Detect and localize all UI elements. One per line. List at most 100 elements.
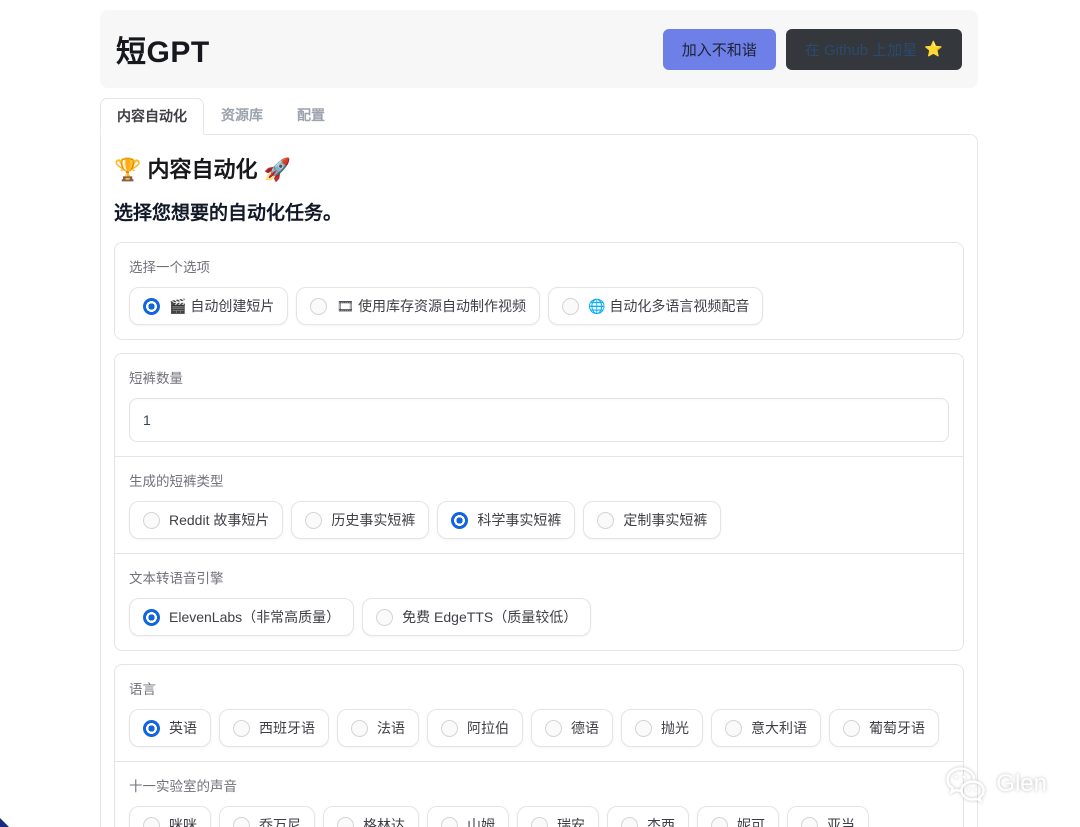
radio-option[interactable]: 免费 EdgeTTS（质量较低） — [362, 598, 591, 636]
radio-option-label: 免费 EdgeTTS（质量较低） — [402, 607, 577, 627]
radio-option-label: 🌐 自动化多语言视频配音 — [588, 296, 749, 316]
radio-option[interactable]: 历史事实短裤 — [291, 501, 429, 539]
radio-option-label: 乔万尼 — [259, 815, 301, 827]
tab-content-automation[interactable]: 内容自动化 — [100, 98, 204, 135]
radio-option-label: 葡萄牙语 — [869, 718, 925, 738]
tts-engine-section: 文本转语音引擎 ElevenLabs（非常高质量）免费 EdgeTTS（质量较低… — [115, 553, 963, 650]
radio-circle-icon — [233, 817, 250, 827]
radio-circle-icon — [351, 720, 368, 737]
radio-circle-icon — [597, 512, 614, 529]
radio-option-label: 法语 — [377, 718, 405, 738]
radio-option[interactable]: 瑞安 — [517, 806, 599, 827]
radio-option-label: 瑞安 — [557, 815, 585, 827]
radio-option[interactable]: 法语 — [337, 709, 419, 747]
radio-option[interactable]: 德语 — [531, 709, 613, 747]
radio-circle-icon — [451, 512, 468, 529]
github-star-button[interactable]: 在 Github 上加星 ⭐ — [786, 29, 962, 70]
radio-option[interactable]: 山姆 — [427, 806, 509, 827]
language-radio-group: 英语 西班牙语 法语 阿拉伯 德语 抛光 意大利语 葡萄牙语 — [129, 709, 949, 747]
radio-option-label: 🎞 使用库存资源自动制作视频 — [336, 296, 526, 316]
shorts-count-input[interactable] — [129, 398, 949, 442]
radio-option[interactable]: 格林达 — [323, 806, 419, 827]
radio-option[interactable]: 阿拉伯 — [427, 709, 523, 747]
star-icon: ⭐ — [924, 40, 943, 58]
radio-circle-icon — [725, 720, 742, 737]
radio-circle-icon — [635, 720, 652, 737]
radio-circle-icon — [711, 817, 728, 827]
task-group-label: 选择一个选项 — [129, 256, 949, 276]
page-title: 🏆 内容自动化 🚀 — [114, 152, 964, 184]
shorts-settings-box: 短裤数量 生成的短裤类型 Reddit 故事短片 历史事实短裤 科学事实短裤 定制事实… — [114, 353, 964, 651]
radio-circle-icon — [376, 609, 393, 626]
radio-circle-icon — [143, 512, 160, 529]
radio-circle-icon — [621, 817, 638, 827]
radio-option-label: 定制事实短裤 — [623, 510, 707, 530]
radio-option-label: 意大利语 — [751, 718, 807, 738]
app-header: 短GPT 加入不和谐 在 Github 上加星 ⭐ — [100, 10, 978, 88]
radio-circle-icon — [441, 720, 458, 737]
radio-circle-icon — [441, 817, 458, 827]
radio-option[interactable]: 英语 — [129, 709, 211, 747]
radio-option-label: 西班牙语 — [259, 718, 315, 738]
radio-circle-icon — [233, 720, 250, 737]
radio-option[interactable]: 咪咪 — [129, 806, 211, 827]
tts-engine-radio-group: ElevenLabs（非常高质量） 免费 EdgeTTS（质量较低） — [129, 598, 949, 636]
radio-option-label: 杰西 — [647, 815, 675, 827]
radio-circle-icon — [545, 720, 562, 737]
radio-option[interactable]: 杰西 — [607, 806, 689, 827]
github-star-label: 在 Github 上加星 — [805, 39, 918, 60]
radio-option-label: 科学事实短裤 — [477, 510, 561, 530]
radio-option-label: 格林达 — [363, 815, 405, 827]
radio-option-label: 山姆 — [467, 815, 495, 827]
radio-option[interactable]: 🌐 自动化多语言视频配音 — [548, 287, 763, 325]
radio-circle-icon — [305, 512, 322, 529]
corner-triangle — [0, 818, 9, 827]
radio-circle-icon — [143, 298, 160, 315]
radio-option[interactable]: 意大利语 — [711, 709, 821, 747]
radio-circle-icon — [337, 817, 354, 827]
tab-config[interactable]: 配置 — [280, 97, 342, 134]
language-section: 语言 英语 西班牙语 法语 阿拉伯 德语 抛光 意大利语 葡萄牙语 — [115, 665, 963, 761]
app-title: 短GPT — [116, 27, 210, 71]
radio-option-label: 德语 — [571, 718, 599, 738]
radio-option[interactable]: 西班牙语 — [219, 709, 329, 747]
radio-option[interactable]: 🎞 使用库存资源自动制作视频 — [296, 287, 540, 325]
radio-option-label: 抛光 — [661, 718, 689, 738]
task-select-box: 选择一个选项 🎬 自动创建短片 🎞 使用库存资源自动制作视频 🌐 自动化多语言视频配… — [114, 242, 964, 340]
voice-section: 十一实验室的声音 咪咪乔万尼格林达山姆瑞安杰西妮可亚当瑟琳娜丹尼尔优雅芙蕾雅吉吉… — [115, 761, 963, 827]
shorts-count-label: 短裤数量 — [129, 367, 949, 387]
shorts-count-section: 短裤数量 — [115, 354, 963, 456]
radio-option[interactable]: 葡萄牙语 — [829, 709, 939, 747]
radio-circle-icon — [801, 817, 818, 827]
shorts-type-section: 生成的短裤类型 Reddit 故事短片 历史事实短裤 科学事实短裤 定制事实短裤 — [115, 456, 963, 553]
task-radio-group: 🎬 自动创建短片 🎞 使用库存资源自动制作视频 🌐 自动化多语言视频配音 — [129, 287, 949, 325]
join-discord-button[interactable]: 加入不和谐 — [663, 29, 776, 70]
radio-option[interactable]: 抛光 — [621, 709, 703, 747]
shorts-type-radio-group: Reddit 故事短片 历史事实短裤 科学事实短裤 定制事实短裤 — [129, 501, 949, 539]
shorts-type-label: 生成的短裤类型 — [129, 470, 949, 490]
tab-resource-library[interactable]: 资源库 — [204, 97, 280, 134]
radio-option-label: ElevenLabs（非常高质量） — [169, 607, 340, 627]
radio-option[interactable]: 科学事实短裤 — [437, 501, 575, 539]
radio-option-label: 咪咪 — [169, 815, 197, 827]
tab-bar: 内容自动化 资源库 配置 — [100, 97, 978, 134]
radio-option-label: 历史事实短裤 — [331, 510, 415, 530]
radio-option-label: 🎬 自动创建短片 — [169, 296, 274, 316]
radio-option[interactable]: 妮可 — [697, 806, 779, 827]
radio-circle-icon — [310, 298, 327, 315]
radio-option[interactable]: 定制事实短裤 — [583, 501, 721, 539]
radio-option[interactable]: 亚当 — [787, 806, 869, 827]
radio-option[interactable]: ElevenLabs（非常高质量） — [129, 598, 354, 636]
radio-option-label: Reddit 故事短片 — [169, 510, 269, 530]
radio-option[interactable]: 乔万尼 — [219, 806, 315, 827]
header-buttons: 加入不和谐 在 Github 上加星 ⭐ — [663, 29, 962, 70]
radio-option[interactable]: Reddit 故事短片 — [129, 501, 283, 539]
radio-option-label: 阿拉伯 — [467, 718, 509, 738]
radio-circle-icon — [143, 817, 160, 827]
radio-option-label: 亚当 — [827, 815, 855, 827]
page-subtitle: 选择您想要的自动化任务。 — [114, 198, 964, 225]
language-label: 语言 — [129, 678, 949, 698]
radio-option-label: 妮可 — [737, 815, 765, 827]
content-panel: 🏆 内容自动化 🚀 选择您想要的自动化任务。 选择一个选项 🎬 自动创建短片 🎞 … — [100, 134, 978, 827]
radio-option[interactable]: 🎬 自动创建短片 — [129, 287, 288, 325]
